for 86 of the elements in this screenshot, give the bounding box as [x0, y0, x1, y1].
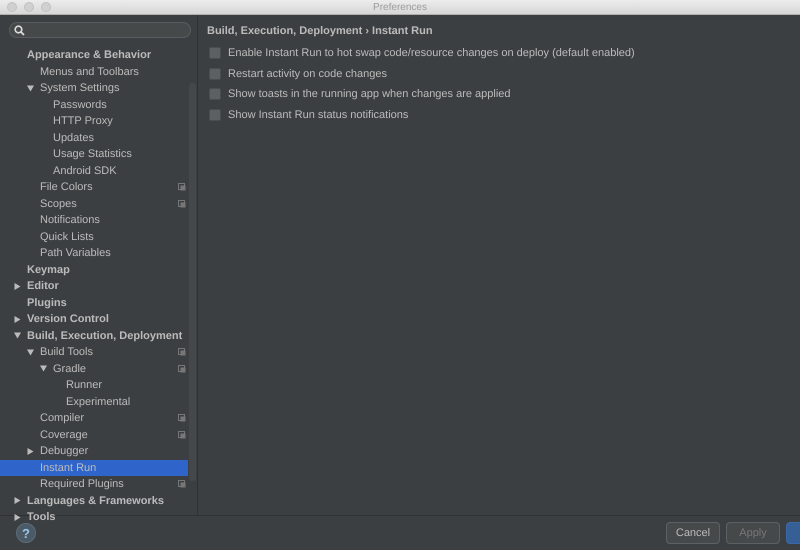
tree-item[interactable]: Instant Run	[0, 460, 188, 476]
tree-item-label: Build, Execution, Deployment	[27, 330, 182, 342]
tree-item-label: Appearance & Behavior	[27, 49, 152, 62]
tree-item[interactable]: Build Tools	[0, 344, 188, 360]
tree-item-label: Path Variables	[40, 247, 111, 260]
tree-item[interactable]: File Colors	[0, 179, 188, 196]
tree-item[interactable]: Gradle	[0, 360, 188, 377]
tree-item[interactable]: Appearance & Behavior	[0, 47, 188, 64]
tree-item-label: Compiler	[40, 412, 84, 424]
expanded-arrow-icon[interactable]	[27, 348, 34, 356]
tree-item-label: Notifications	[40, 214, 100, 226]
option-label: Show Instant Run status notifications	[228, 108, 408, 121]
tree-item[interactable]: Updates	[0, 130, 188, 146]
tree-item[interactable]: Plugins	[0, 294, 188, 311]
checkbox[interactable]	[209, 47, 221, 60]
tree-item[interactable]: Runner	[0, 377, 188, 394]
tree-item[interactable]: Path Variables	[0, 245, 188, 262]
tree-item-label: Experimental	[66, 396, 130, 408]
minimize-button[interactable]	[24, 2, 34, 12]
checkbox[interactable]	[209, 108, 221, 121]
checkbox[interactable]	[209, 68, 221, 80]
tree-item[interactable]: Compiler	[0, 410, 188, 426]
tree-item-label: Gradle	[53, 362, 86, 375]
collapsed-arrow-icon[interactable]	[14, 316, 21, 323]
tree-item-label: Android SDK	[53, 164, 117, 177]
collapsed-arrow-icon[interactable]	[14, 497, 21, 504]
tree-item-label: Coverage	[40, 428, 88, 441]
tree-item-label: Tools	[27, 511, 56, 524]
tree-item-label: Plugins	[27, 296, 67, 309]
tree-item[interactable]: Tools	[0, 509, 188, 526]
tree-item[interactable]: Usage Statistics	[0, 146, 188, 162]
tree-item[interactable]: Notifications	[0, 212, 188, 228]
tree-item-label: HTTP Proxy	[53, 115, 113, 128]
tree-item[interactable]: Languages & Frameworks	[0, 492, 188, 509]
tree-item[interactable]: Required Plugins	[0, 476, 188, 492]
breadcrumb: Build, Execution, Deployment › Instant Run	[207, 25, 434, 37]
tree-item-label: Version Control	[27, 313, 109, 326]
expanded-arrow-icon[interactable]	[14, 332, 21, 340]
tree-item[interactable]: Scopes	[0, 196, 188, 212]
tree-item-label: Scopes	[40, 198, 77, 210]
zoom-button[interactable]	[41, 2, 51, 12]
checkbox[interactable]	[209, 88, 221, 100]
tree-item-label: Debugger	[40, 445, 88, 458]
tree-item-label: Keymap	[27, 264, 70, 276]
tree-item[interactable]: System Settings	[0, 80, 188, 96]
option-label: Show toasts in the running app when changes are applied	[228, 88, 511, 100]
tree-item-label: Required Plugins	[40, 478, 124, 490]
tree-item[interactable]: Coverage	[0, 426, 188, 443]
tree-item[interactable]: Debugger	[0, 443, 188, 460]
search-field[interactable]	[9, 22, 191, 38]
tree-item-label: File Colors	[40, 181, 93, 194]
tree-item[interactable]: HTTP Proxy	[0, 113, 188, 130]
tree-item-label: Build Tools	[40, 346, 93, 358]
tree-item-label: Runner	[66, 379, 102, 392]
tree-item-label: Usage Statistics	[53, 148, 132, 160]
tree-item-label: Instant Run	[40, 462, 96, 474]
expanded-arrow-icon[interactable]	[40, 365, 47, 372]
collapsed-arrow-icon[interactable]	[14, 282, 21, 290]
window-title: Preferences	[373, 2, 427, 12]
expanded-arrow-icon[interactable]	[27, 84, 34, 92]
scrollbar[interactable]	[189, 83, 196, 481]
collapsed-arrow-icon[interactable]	[14, 514, 21, 521]
tree-item[interactable]: Keymap	[0, 262, 188, 278]
tree-item-label: Passwords	[53, 98, 107, 111]
project-scope-icon	[178, 480, 186, 488]
tree-item[interactable]: Editor	[0, 278, 188, 294]
dialog-button[interactable]: Cancel	[666, 522, 720, 544]
tree-item-label: System Settings	[40, 82, 120, 94]
tree-item[interactable]: Experimental	[0, 394, 188, 410]
tree-item[interactable]: Menus and Toolbars	[0, 64, 188, 80]
option-label: Restart activity on code changes	[228, 68, 387, 80]
tree-item[interactable]: Passwords	[0, 96, 188, 113]
tree-item[interactable]: Quick Lists	[0, 228, 188, 245]
option-label: Enable Instant Run to hot swap code/resource changes on deploy (default enabled)	[228, 47, 635, 60]
tree-item-label: Menus and Toolbars	[40, 66, 139, 78]
tree-item-label: Quick Lists	[40, 230, 94, 243]
tree-item-label: Updates	[53, 132, 94, 144]
close-button[interactable]	[7, 2, 17, 12]
tree-item[interactable]: Build, Execution, Deployment	[0, 328, 188, 344]
collapsed-arrow-icon[interactable]	[27, 448, 34, 455]
tree-item[interactable]: Android SDK	[0, 162, 188, 179]
tree-item-label: Editor	[27, 280, 59, 292]
tree-item-label: Languages & Frameworks	[27, 494, 164, 507]
search-icon	[14, 24, 25, 36]
tree-item[interactable]: Version Control	[0, 311, 188, 328]
help-button[interactable]: ?	[16, 523, 36, 543]
